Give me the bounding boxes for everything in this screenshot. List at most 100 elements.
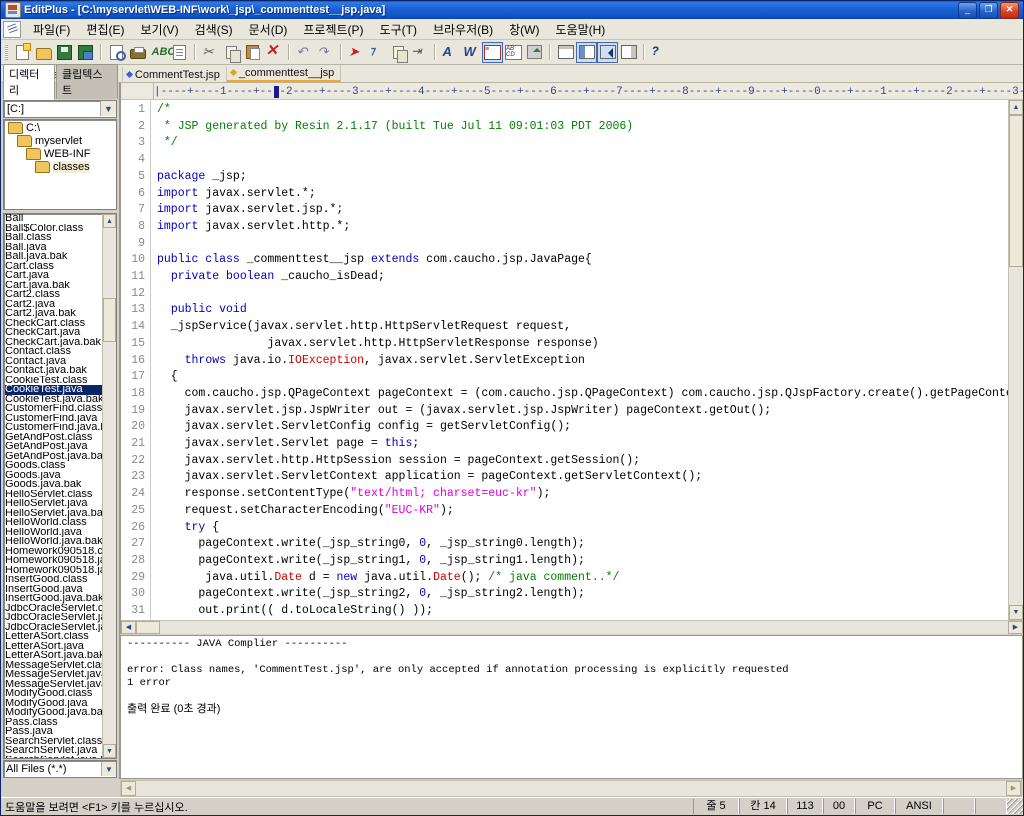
menu-file[interactable]: 파일(F) [25,19,78,40]
menu-document[interactable]: 문서(D) [241,19,296,40]
file-list-scrollbar[interactable]: ▲ ▼ [102,214,116,758]
file-list-item[interactable]: Goods.java.bak [5,480,102,490]
toggle-cliptext-icon[interactable] [618,42,639,63]
file-list-item[interactable]: Contact.class [5,347,102,357]
file-list-item[interactable]: Homework090518.java [5,566,102,576]
font-icon[interactable]: A [440,42,461,63]
scroll-up-icon[interactable]: ▲ [1009,100,1023,115]
file-list-item[interactable]: Ball.class [5,233,102,243]
scroll-track[interactable] [1009,267,1023,605]
document-menu-icon[interactable] [3,20,21,38]
code-line[interactable]: java.util.Date d = new java.util.Date();… [157,570,1008,587]
code-line[interactable]: */ [157,135,1008,152]
print-preview-icon[interactable] [106,42,127,63]
file-list-item[interactable]: SearchServlet.java.ba [5,756,102,758]
code-text[interactable]: /* * JSP generated by Resin 2.1.17 (buil… [151,100,1008,620]
toggle-preview-icon[interactable] [597,41,618,63]
cut-icon[interactable]: ✂ [200,42,221,63]
maximize-button[interactable]: ❐ [979,1,998,19]
save-all-icon[interactable] [75,42,96,63]
file-list-item[interactable]: Cart.java [5,271,102,281]
file-list-item[interactable]: CustomerFind.java.b: [5,423,102,433]
code-line[interactable]: import javax.servlet.http.*; [157,219,1008,236]
file-list-item[interactable]: Cart2.java.bak [5,309,102,319]
menu-browser[interactable]: 브라우저(B) [425,19,501,40]
resize-grip[interactable] [1007,799,1023,814]
menu-tools[interactable]: 도구(T) [372,19,425,40]
scroll-track[interactable] [103,342,116,744]
file-list-item[interactable]: GetAndPost.java [5,442,102,452]
sidebar-tab-directory[interactable]: 디렉터리 [3,64,55,100]
file-list-item[interactable]: Ball.java [5,243,102,253]
code-line[interactable]: com.caucho.jsp.QPageContext pageContext … [157,386,1008,403]
file-list-item[interactable]: CheckCart.java.bak [5,338,102,348]
code-line[interactable]: { [157,369,1008,386]
toggle-output-window-icon[interactable] [555,42,576,63]
code-line[interactable]: package _jsp; [157,169,1008,186]
find-next-marker-icon[interactable]: ⁊ [367,42,388,63]
code-line[interactable]: import javax.servlet.jsp.*; [157,202,1008,219]
file-list-item[interactable]: InsertGood.java [5,585,102,595]
directory-tree[interactable]: C:\ myservlet WEB-INF classes [3,118,117,211]
file-list-item[interactable]: Pass.java [5,727,102,737]
file-list-item[interactable]: CookieTest.java [5,385,102,395]
menu-window[interactable]: 창(W) [501,19,547,40]
file-list-item[interactable]: Homework090518.java [5,556,102,566]
tree-node-classes[interactable]: classes [6,161,116,174]
output-text[interactable]: ---------- JAVA Complier ---------- erro… [121,635,1022,778]
file-list-item[interactable]: CookieTest.java.bak [5,395,102,405]
toggle-marker-icon[interactable]: ➤ [346,42,367,63]
code-line[interactable]: javax.servlet.http.HttpSession session =… [157,453,1008,470]
code-line[interactable]: out.print(( d.toLocaleString() )); [157,603,1008,620]
scroll-thumb[interactable] [136,620,160,634]
spell-check-icon[interactable]: ABC [148,42,176,63]
file-list-item[interactable]: HelloServlet.class [5,490,102,500]
file-list-item[interactable]: MessageServlet.class [5,661,102,671]
editor-horizontal-scrollbar[interactable]: ◀ ▶ [121,619,1023,634]
file-list-item[interactable]: ModifyGood.java.bak [5,708,102,718]
file-list-item[interactable]: Ball [5,214,102,224]
scroll-thumb[interactable] [103,298,116,343]
menu-help[interactable]: 도움말(H) [548,19,614,40]
toolbar-grip[interactable] [5,44,8,60]
file-list-item[interactable]: SearchServlet.java [5,746,102,756]
file-list-item[interactable]: Cart2.class [5,290,102,300]
drive-combo[interactable]: [C:] ▼ [3,100,117,118]
code-line[interactable]: throws java.io.IOException, javax.servle… [157,353,1008,370]
file-list-item[interactable]: CheckCart.class [5,319,102,329]
file-list[interactable]: Ball Ball$Color.class Ball.class Ball.java B… [3,213,117,759]
scroll-down-icon[interactable]: ▼ [103,744,116,758]
file-list-item[interactable]: ModifyGood.class [5,689,102,699]
file-list-item[interactable]: LetterASort.java.bak [5,651,102,661]
code-line[interactable] [157,286,1008,303]
scroll-left-icon[interactable]: ◀ [121,620,136,634]
print-icon[interactable] [127,42,148,63]
close-button[interactable]: ✕ [1000,1,1019,19]
code-line[interactable]: javax.servlet.jsp.JspWriter out = (javax… [157,403,1008,420]
open-file-icon[interactable] [33,42,54,63]
code-line[interactable]: * JSP generated by Resin 2.1.17 (built T… [157,119,1008,136]
copy-icon[interactable] [221,42,242,63]
code-editor[interactable]: 1 2 3 4 5 6 7 8 9 10 11 12 13 14 15 16 17 18 19 20 21 22 23 24 2… [121,100,1008,620]
indent-icon[interactable]: ⇥ [409,42,430,63]
file-list-item[interactable]: HelloWorld.class [5,518,102,528]
code-line[interactable]: javax.servlet.ServletConfig config = get… [157,419,1008,436]
page-setup-icon[interactable] [169,42,190,63]
file-list-item[interactable]: SearchServlet.class [5,737,102,747]
scroll-thumb[interactable] [1009,115,1023,267]
file-list-item[interactable]: Goods.class [5,461,102,471]
file-list-item[interactable]: GetAndPost.class [5,433,102,443]
file-list-item[interactable]: HelloServlet.java.bak [5,509,102,519]
file-list-item[interactable]: Contact.java [5,357,102,367]
file-list-item[interactable]: LetterASort.class [5,632,102,642]
file-list-item[interactable]: Cart.class [5,262,102,272]
properties-icon[interactable] [524,42,545,63]
file-list-item[interactable]: InsertGood.java.bak [5,594,102,604]
file-list-item[interactable]: Pass.class [5,718,102,728]
code-line[interactable]: javax.servlet.http.HttpServletResponse r… [157,336,1008,353]
menu-edit[interactable]: 편집(E) [78,19,132,40]
file-list-item[interactable]: Ball.java.bak [5,252,102,262]
file-filter-combo[interactable]: All Files (*.*) ▼ [3,760,117,778]
code-line[interactable] [157,152,1008,169]
file-list-item[interactable]: Homework090518.cla: [5,547,102,557]
